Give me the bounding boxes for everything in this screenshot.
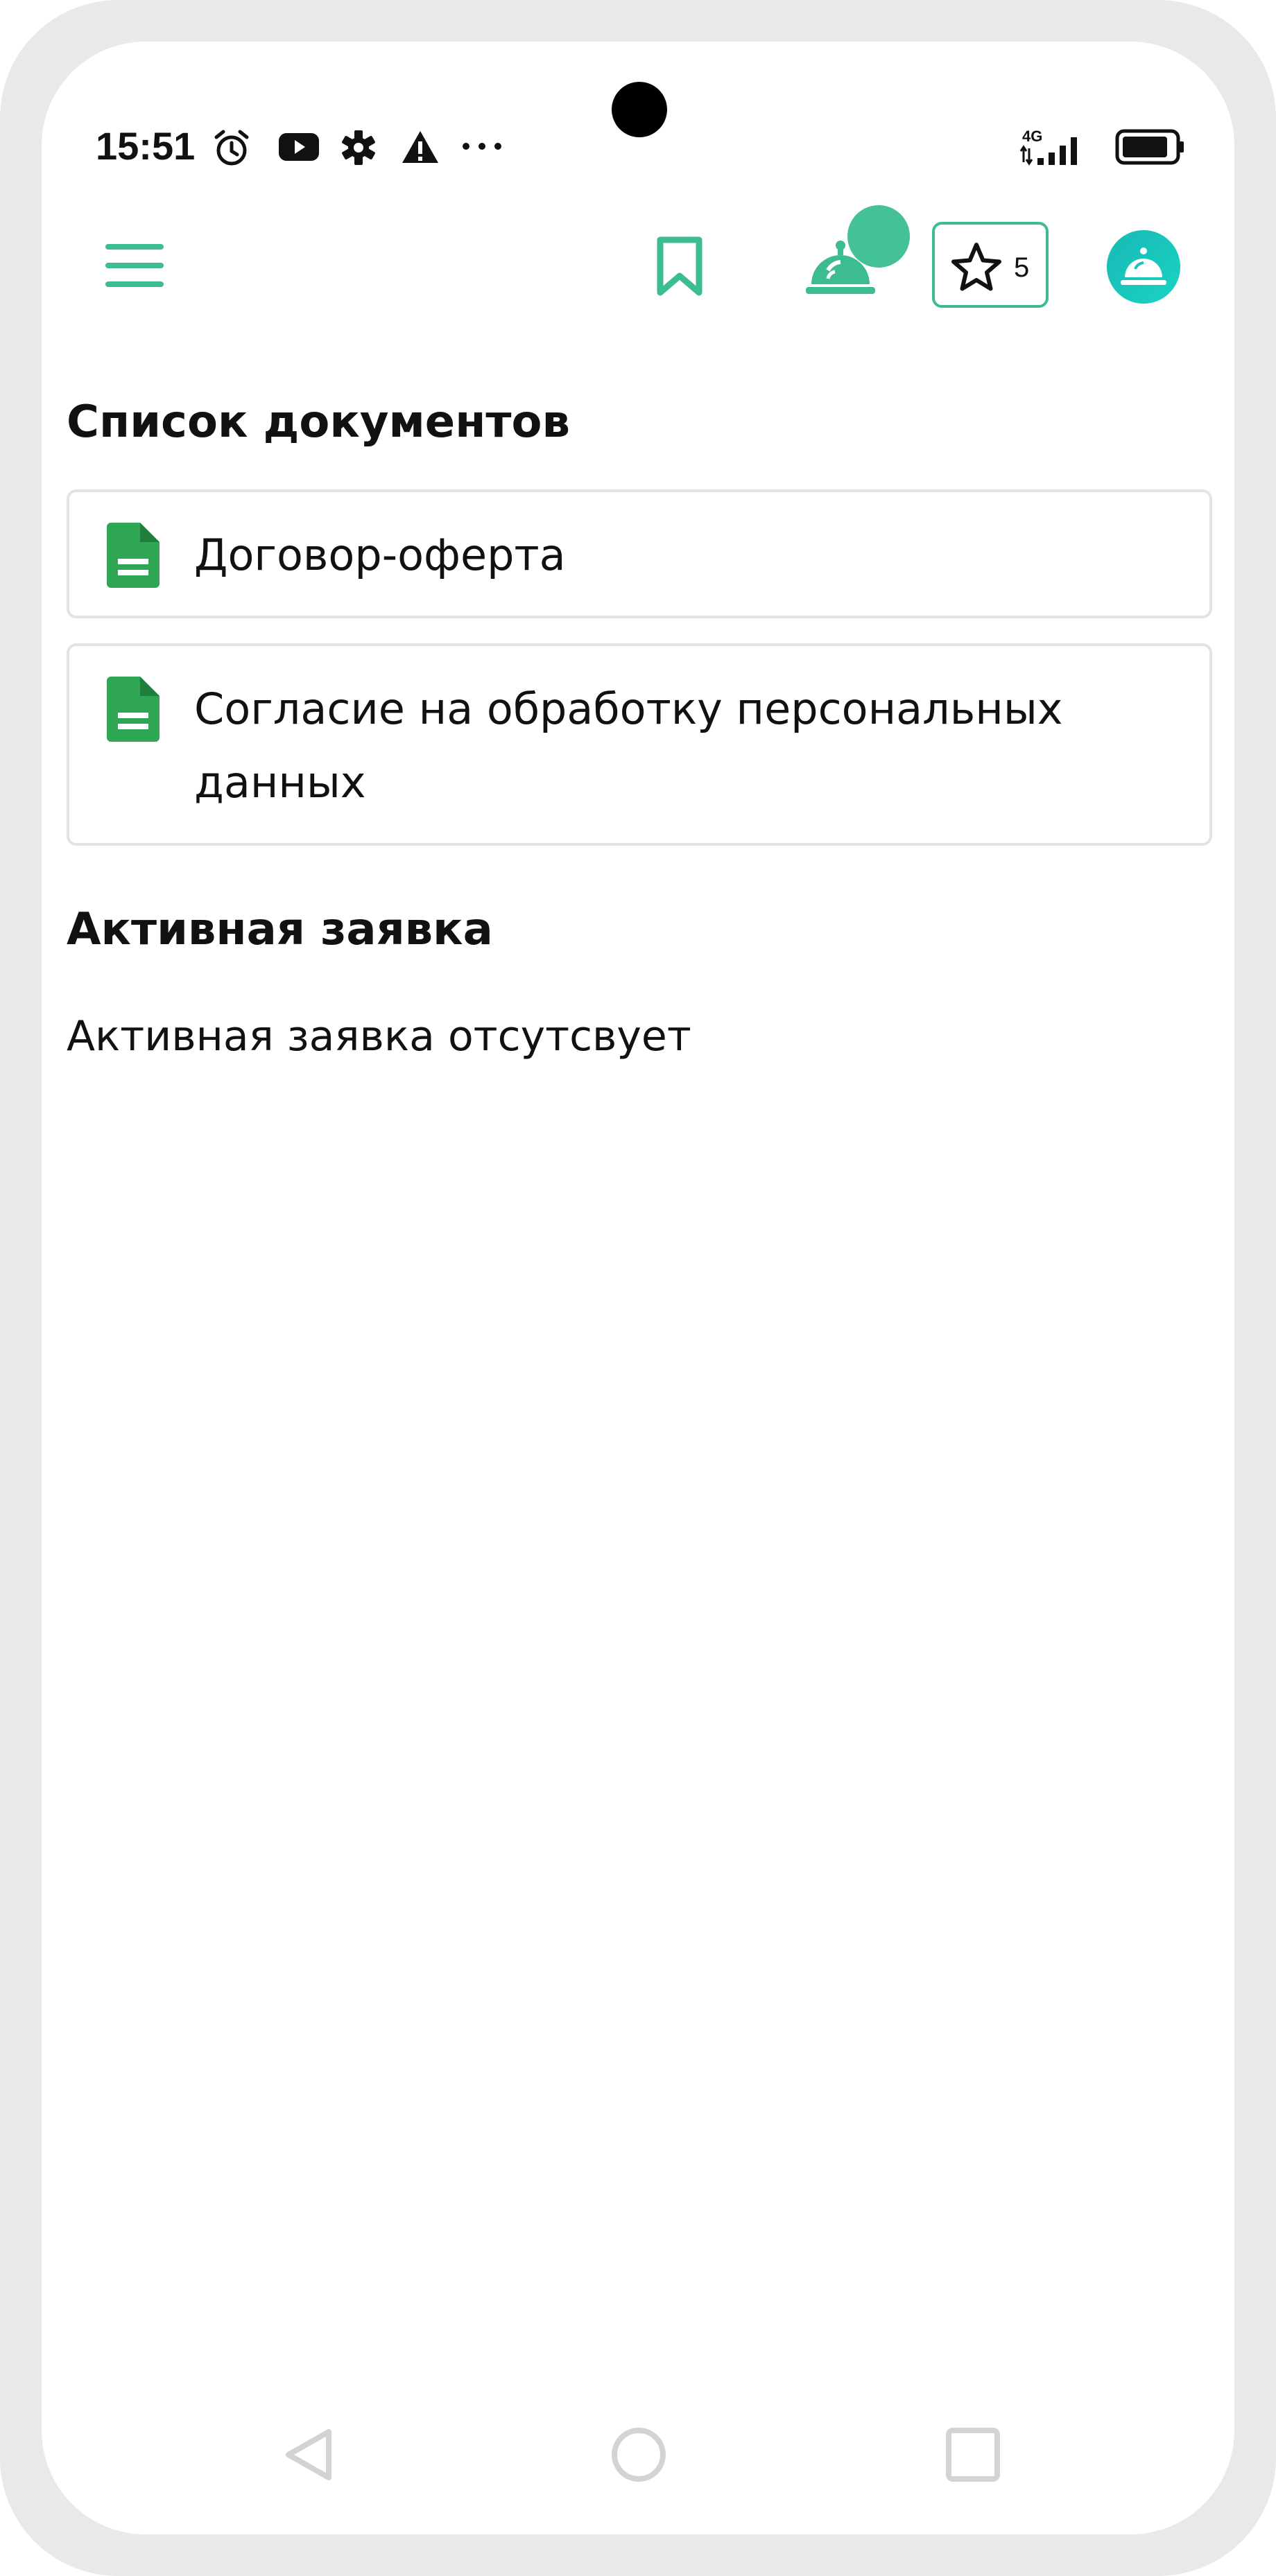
- screen: 15:51 4G 5 Список документов Договор-офе…: [42, 42, 1234, 2534]
- youtube-icon: [279, 133, 319, 161]
- back-button[interactable]: [282, 2426, 337, 2486]
- status-bar: 15:51 4G: [42, 42, 1234, 173]
- document-icon: [107, 677, 160, 742]
- document-item-consent[interactable]: Согласие на обработку персональных данны…: [67, 643, 1212, 846]
- rating-count: 5: [1014, 252, 1030, 283]
- active-request-empty-text: Активная заявка отсутсвует: [67, 1012, 691, 1061]
- battery-icon: [1115, 129, 1184, 165]
- bookmark-button[interactable]: [653, 236, 706, 298]
- menu-icon-line: [105, 244, 164, 250]
- warning-icon: [402, 131, 438, 163]
- more-dots-icon: [463, 143, 501, 150]
- alarm-icon: [214, 130, 249, 166]
- menu-icon-line: [105, 281, 164, 287]
- signal-icon: [1019, 137, 1077, 166]
- documents-title: Список документов: [67, 397, 570, 448]
- recents-icon: [946, 2428, 1000, 2482]
- document-icon: [107, 523, 160, 588]
- recents-button[interactable]: [945, 2426, 1001, 2486]
- gear-icon: [342, 130, 375, 165]
- home-icon: [612, 2428, 666, 2482]
- bookmark-icon: [657, 236, 702, 296]
- document-label-line1: Согласие на обработку персональных: [194, 684, 1063, 734]
- document-label: Договор-оферта: [194, 530, 566, 580]
- home-button[interactable]: [610, 2426, 667, 2486]
- app-header: 5: [42, 180, 1234, 319]
- rating-button[interactable]: 5: [932, 222, 1049, 308]
- menu-button[interactable]: [105, 244, 164, 288]
- status-time: 15:51: [96, 124, 196, 168]
- device-frame: 15:51 4G 5 Список документов Договор-офе…: [0, 0, 1276, 2576]
- notification-dot: [847, 205, 910, 268]
- star-icon: [951, 243, 1001, 291]
- front-camera: [612, 82, 667, 137]
- service-bell-icon: [1121, 247, 1166, 285]
- avatar[interactable]: [1107, 230, 1180, 304]
- document-item-offer[interactable]: Договор-оферта: [67, 489, 1212, 618]
- back-icon: [286, 2429, 331, 2480]
- document-label-line2: данных: [194, 757, 366, 808]
- menu-icon-line: [105, 263, 164, 268]
- active-request-title: Активная заявка: [67, 904, 493, 955]
